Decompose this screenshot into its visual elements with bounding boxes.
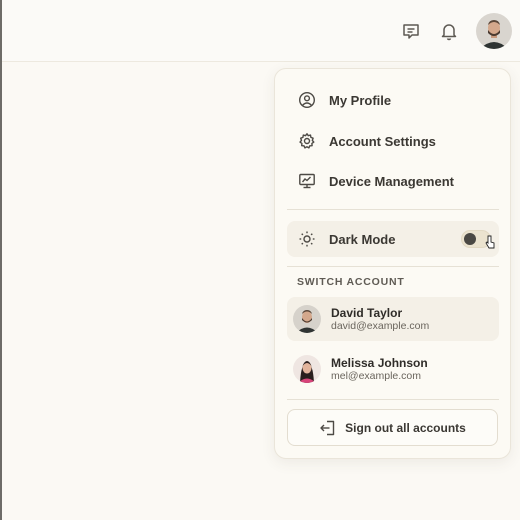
toggle-knob [464, 233, 476, 245]
menu-item-my-profile[interactable]: My Profile [287, 82, 499, 118]
user-avatar[interactable] [476, 13, 512, 49]
message-icon[interactable] [398, 18, 424, 44]
account-melissa-johnson[interactable]: Melissa Johnson mel@example.com [287, 347, 499, 391]
window-edge [0, 0, 2, 520]
avatar [293, 305, 321, 333]
divider [287, 399, 499, 400]
account-email: mel@example.com [331, 369, 422, 382]
account-email: david@example.com [331, 319, 430, 332]
sign-out-icon [319, 419, 337, 437]
gear-icon [297, 131, 317, 151]
menu-item-device-management[interactable]: Device Management [287, 163, 499, 199]
menu-item-label: My Profile [329, 92, 392, 108]
hand-cursor-icon [485, 235, 495, 249]
top-bar [2, 0, 520, 62]
avatar [293, 355, 321, 383]
account-david-taylor[interactable]: David Taylor david@example.com [287, 297, 499, 341]
account-name: David Taylor [331, 305, 403, 320]
account-dropdown-menu: My Profile Account Settings Device Manag… [274, 68, 511, 459]
bell-icon[interactable] [436, 18, 462, 44]
menu-item-label: Device Management [329, 173, 454, 189]
sun-icon [297, 229, 317, 249]
divider [287, 209, 499, 210]
user-circle-icon [297, 90, 317, 110]
sign-out-all-button[interactable]: Sign out all accounts [287, 409, 498, 446]
dark-mode-label: Dark Mode [329, 231, 396, 247]
divider [287, 266, 499, 267]
account-name: Melissa Johnson [331, 355, 428, 370]
sign-out-label: Sign out all accounts [345, 420, 466, 435]
switch-account-heading: SWITCH ACCOUNT [297, 276, 405, 288]
menu-item-account-settings[interactable]: Account Settings [287, 123, 499, 159]
dark-mode-row[interactable]: Dark Mode [287, 221, 499, 257]
monitor-icon [297, 171, 317, 191]
menu-item-label: Account Settings [329, 133, 436, 149]
